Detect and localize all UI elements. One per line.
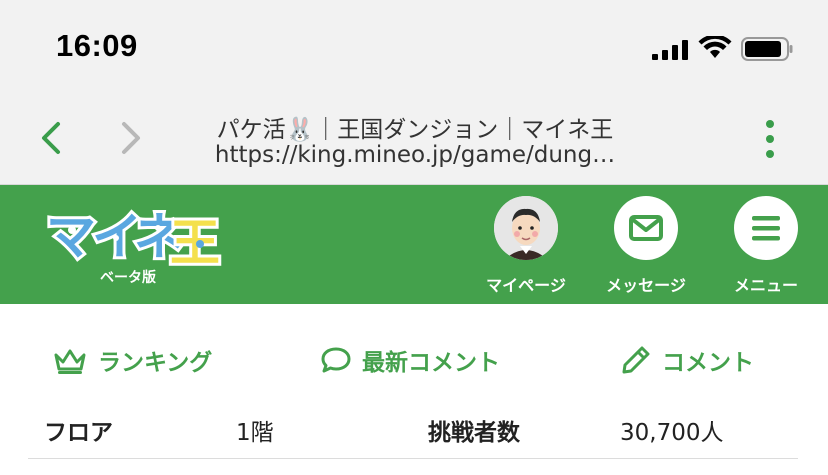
site-logo[interactable]: マ イ ネ 王 (44, 200, 224, 270)
speech-bubble-icon (321, 347, 351, 373)
page-title[interactable]: パケ活🐰｜王国ダンジョン｜マイネ王 (180, 110, 650, 144)
floor-label: フロア (44, 420, 113, 446)
svg-text:王: 王 (170, 214, 220, 270)
signal-icon (652, 40, 692, 60)
page-url[interactable]: https://king.mineo.jp/game/dung… (180, 142, 650, 168)
menu-button[interactable] (734, 196, 798, 260)
menu-label[interactable]: メニュー (711, 272, 821, 296)
tab-ranking-label: ランキング (98, 350, 213, 376)
tab-comment[interactable]: コメント (620, 340, 754, 380)
message-button[interactable] (614, 196, 678, 260)
more-vertical-icon[interactable] (760, 120, 780, 160)
avatar-icon (494, 196, 558, 260)
tab-comment-label: コメント (662, 350, 754, 376)
tab-ranking[interactable]: ランキング (52, 340, 212, 380)
mypage-button[interactable] (494, 196, 558, 260)
crown-icon (54, 349, 86, 374)
status-time: 16:09 (56, 28, 138, 63)
battery-icon (741, 37, 793, 61)
message-label[interactable]: メッセージ (591, 272, 701, 296)
tab-latest-comments[interactable]: 最新コメント (320, 340, 500, 380)
logo-beta-label: ベータ版 (100, 270, 156, 286)
wifi-icon (698, 36, 732, 58)
challengers-value: 30,700人 (620, 420, 724, 446)
pencil-icon (622, 346, 650, 374)
hamburger-icon (752, 216, 780, 241)
envelope-icon (629, 215, 663, 241)
svg-text:マ: マ (46, 208, 96, 266)
back-arrow-icon[interactable] (36, 120, 66, 156)
mypage-label[interactable]: マイページ (471, 272, 581, 296)
challengers-label: 挑戦者数 (428, 420, 520, 446)
forward-arrow-icon[interactable] (116, 120, 146, 156)
tab-latest-comments-label: 最新コメント (362, 350, 500, 376)
floor-value: 1階 (236, 420, 274, 446)
